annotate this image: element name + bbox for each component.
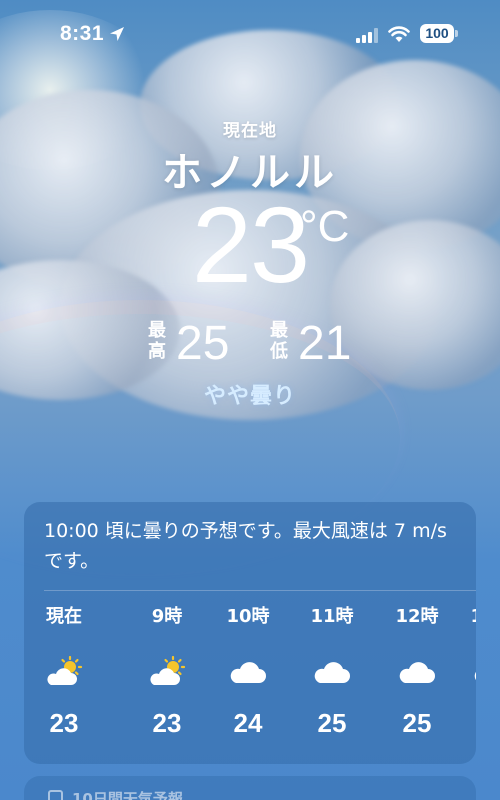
calendar-icon: [48, 790, 63, 800]
hour-temp: 25: [402, 708, 432, 738]
hour-label: 13時: [452, 602, 476, 632]
hour-item: 12時 25: [377, 602, 457, 739]
temperature-value: 23: [191, 184, 310, 305]
cloud-icon: [208, 648, 288, 696]
cloud-icon: [292, 648, 372, 696]
hour-item: 10時 24: [208, 602, 288, 739]
hour-temp: 24: [233, 708, 263, 738]
low-value: 21: [298, 317, 352, 370]
battery-indicator: 100: [420, 24, 454, 43]
hour-label: 11時: [310, 606, 354, 627]
hour-temp: 23: [49, 708, 79, 738]
weather-screen: 8:31 100 現在地 ホノルル 23 °C 最高 25 最低 21 やや曇り…: [0, 0, 500, 800]
high-label: 最高: [148, 320, 166, 362]
hour-temp: 23: [152, 708, 182, 738]
ten-day-forecast-card[interactable]: 10日間天気予報: [24, 776, 476, 800]
hour-item: 13時 25: [452, 602, 476, 739]
battery-tip: [455, 30, 458, 37]
status-time: 8:31: [60, 22, 105, 45]
hour-label: 12時: [395, 606, 439, 627]
current-temperature: 23 °C: [0, 190, 500, 300]
hour-item: 9時 23: [127, 602, 207, 739]
partly-sunny-icon: [127, 648, 207, 696]
hourly-forecast-row[interactable]: 現在 23 9時 23 10時 24 11時 25 12時 25: [24, 602, 476, 752]
cloud-icon: [452, 648, 476, 696]
hour-item: 11時 25: [292, 602, 372, 739]
hour-temp: 25: [452, 708, 476, 739]
high-low-temperatures: 最高 25 最低 21: [0, 316, 500, 376]
low-label: 最低: [270, 320, 288, 362]
cellular-signal-icon: [356, 28, 378, 43]
location-arrow-icon: [110, 27, 124, 41]
partly-sunny-icon: [24, 648, 104, 696]
hourly-forecast-card[interactable]: 10:00 頃に曇りの予想です。最大風速は 7 m/s です。 現在 23 9時…: [24, 502, 476, 764]
forecast-summary: 10:00 頃に曇りの予想です。最大風速は 7 m/s です。: [44, 520, 447, 572]
cloud-icon: [377, 648, 457, 696]
weather-condition: やや曇り: [203, 384, 296, 409]
hour-temp: 25: [317, 708, 347, 738]
location-label: 現在地: [223, 121, 277, 141]
hour-item: 現在 23: [24, 602, 104, 739]
high-value: 25: [176, 317, 230, 370]
ten-day-forecast-title: 10日間天気予報: [72, 790, 183, 800]
hour-label: 10時: [226, 606, 270, 627]
hour-label: 9時: [151, 606, 183, 627]
wifi-icon: [388, 26, 410, 42]
status-bar: 8:31 100: [0, 0, 500, 68]
card-divider: [44, 590, 476, 591]
hour-label: 現在: [46, 606, 82, 627]
temperature-unit: °C: [300, 202, 350, 251]
